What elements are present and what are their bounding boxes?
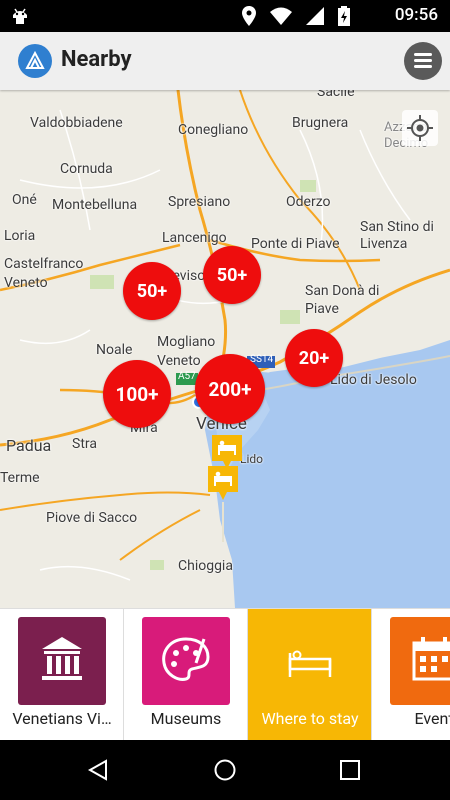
category-label: Museums [150, 709, 222, 728]
place-label: Loria [4, 228, 36, 244]
place-label: Sacile [317, 90, 355, 100]
category-label: Where to stay [261, 709, 359, 728]
place-label: Brugnera [292, 115, 349, 131]
battery-charging-icon [338, 6, 350, 26]
place-label: Padua [6, 436, 52, 455]
location-icon [242, 6, 256, 26]
category-events[interactable]: Event [372, 609, 450, 740]
system-nav-bar [0, 740, 450, 800]
hotel-pin[interactable] [206, 464, 240, 502]
app-bar: Nearby [0, 32, 450, 90]
art-palette-icon [142, 617, 230, 705]
category-museums[interactable]: Museums [124, 609, 248, 740]
place-label: Spresiano [168, 194, 231, 210]
place-label: Ponte di Piave [251, 236, 340, 252]
category-venetians[interactable]: Venetians Vi… [0, 609, 124, 740]
map-view[interactable]: A57 SS14 Sacile Valdobbiadene Conegliano… [0, 90, 450, 608]
place-label: Stra [72, 436, 97, 452]
cluster-marker[interactable]: 50+ [203, 246, 261, 304]
category-where-to-stay[interactable]: Where to stay [248, 609, 372, 740]
signal-icon [306, 7, 324, 25]
recents-icon[interactable] [340, 760, 360, 780]
cluster-marker[interactable]: 200+ [195, 354, 265, 424]
my-location-button[interactable] [402, 110, 438, 146]
app-logo-icon [18, 44, 52, 78]
status-bar: 09:56 [0, 0, 450, 32]
road-label-a57: A57 [178, 371, 196, 382]
cluster-marker[interactable]: 20+ [285, 329, 343, 387]
bed-icon [266, 617, 354, 705]
place-label: Noale [96, 342, 133, 358]
cluster-marker[interactable]: 100+ [103, 360, 171, 428]
android-icon [13, 8, 27, 24]
category-label: Venetians Vi… [12, 709, 112, 728]
place-label: Oderzo [286, 194, 331, 210]
place-label: San Donà di Piave [305, 283, 380, 317]
calendar-icon [390, 617, 450, 705]
lido-strip [222, 502, 224, 542]
clock: 09:56 [394, 5, 438, 25]
place-label: Chioggia [178, 558, 233, 574]
place-label: Terme [0, 470, 40, 486]
back-icon[interactable] [86, 758, 110, 782]
wifi-icon [270, 7, 292, 25]
place-label: Castelfranco Veneto [4, 256, 84, 291]
place-label: Lancenigo [162, 230, 227, 246]
page-title: Nearby [61, 47, 132, 72]
home-icon[interactable] [213, 758, 237, 782]
crosshair-icon [407, 115, 433, 141]
place-label: San Stino di Livenza [360, 219, 434, 252]
place-label: Montebelluna [52, 197, 138, 213]
museum-building-icon [18, 617, 106, 705]
hamburger-menu-icon[interactable] [404, 42, 442, 80]
place-label: Valdobbiadene [30, 115, 123, 131]
place-label: Cornuda [60, 161, 113, 177]
place-label: Lido di Jesolo [330, 372, 417, 388]
category-label: Event [414, 709, 450, 728]
cluster-marker[interactable]: 50+ [123, 262, 181, 320]
place-label: Piove di Sacco [46, 510, 138, 526]
category-strip[interactable]: Venetians Vi… Museums Where to stay Even… [0, 608, 450, 740]
place-label: Oné [12, 192, 37, 208]
place-label: Conegliano [178, 122, 249, 138]
